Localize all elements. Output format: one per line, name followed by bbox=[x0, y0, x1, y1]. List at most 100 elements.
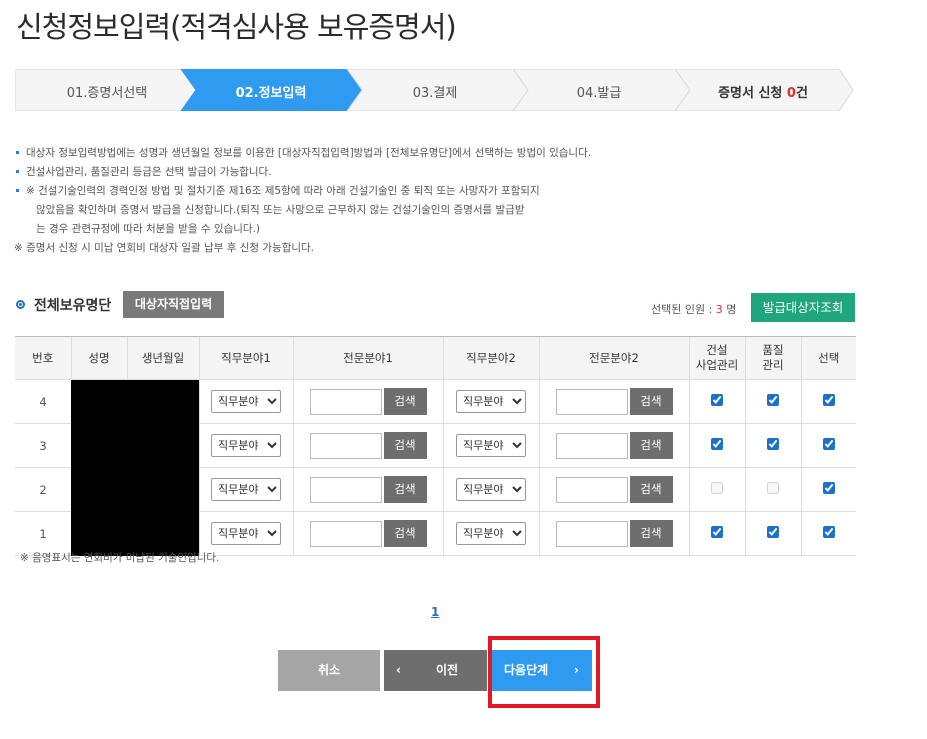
cm-checkbox[interactable] bbox=[711, 526, 723, 538]
cm-checkbox[interactable] bbox=[711, 438, 723, 450]
page-title: 신청정보입력(적격심사용 보유증명서) bbox=[16, 10, 457, 44]
job-field-2-cell: 직무분야 bbox=[442, 379, 539, 424]
specialty-1-search-button[interactable]: 검색 bbox=[383, 432, 427, 459]
selected-label: 선택된 인원 : bbox=[651, 303, 716, 316]
specialty-2-cell: 검색 bbox=[538, 423, 689, 468]
header-cm: 건설 사업관리 bbox=[688, 336, 745, 380]
header-job1: 직무분야1 bbox=[198, 336, 293, 380]
note-line: ※ 건설기술인력의 경력인정 방법 및 절차기준 제16조 제5항에 따라 아래… bbox=[14, 182, 591, 201]
step-progress: 01.증명서선택 02.정보입력 03.결제 04.발급 증명서 신청 0건 bbox=[15, 69, 854, 111]
qm-cell bbox=[744, 467, 801, 512]
qm-checkbox[interactable] bbox=[767, 526, 779, 538]
direct-input-button[interactable]: 대상자직접입력 bbox=[123, 291, 224, 318]
job-field-2-cell: 직무분야 bbox=[442, 511, 539, 556]
job-field-1-select[interactable]: 직무분야 bbox=[211, 522, 281, 545]
holder-table: 번호 성명 생년월일 직무분야1 전문분야1 직무분야2 전문분야2 건설 사업관리 품질 관리… bbox=[15, 336, 856, 556]
row-number: 4 bbox=[15, 379, 71, 424]
job-field-1-cell: 직무분야 bbox=[198, 423, 293, 468]
cert-count-number: 0 bbox=[786, 86, 796, 101]
cancel-button[interactable]: 취소 bbox=[278, 650, 380, 691]
cm-checkbox[interactable] bbox=[711, 482, 723, 494]
note-line: 않았음을 확인하며 증명서 발급을 신청합니다.(퇴직 또는 사망으로 근무하지… bbox=[36, 204, 525, 216]
select-cell bbox=[800, 467, 856, 512]
job-field-1-cell: 직무분야 bbox=[198, 511, 293, 556]
table-row: 4 직무분야 검색 직무분야 검색 bbox=[15, 379, 856, 556]
prev-button[interactable]: ‹ 이전 bbox=[384, 650, 487, 691]
job-field-1-cell: 직무분야 bbox=[198, 467, 293, 512]
step-4: 04.발급 bbox=[576, 86, 622, 101]
cm-cell bbox=[688, 379, 745, 424]
qm-checkbox[interactable] bbox=[767, 482, 779, 494]
job-field-1-select[interactable]: 직무분야 bbox=[211, 478, 281, 501]
bullet-icon bbox=[16, 188, 19, 192]
specialty-2-search-button[interactable]: 검색 bbox=[629, 432, 673, 459]
highlight-box bbox=[488, 636, 600, 708]
row-number: 3 bbox=[15, 423, 71, 468]
step-3: 03.결제 bbox=[412, 86, 458, 101]
specialty-1-search-button[interactable]: 검색 bbox=[383, 476, 427, 503]
row-number: 2 bbox=[15, 467, 71, 512]
header-spec2: 전문분야2 bbox=[538, 336, 689, 380]
step-2-active: 02.정보입력 bbox=[235, 86, 307, 101]
specialty-1-search-button[interactable]: 검색 bbox=[383, 520, 427, 547]
bullet-icon bbox=[16, 169, 19, 173]
specialty-2-cell: 검색 bbox=[538, 379, 689, 424]
specialty-1-input[interactable] bbox=[309, 432, 382, 459]
issue-target-search-button[interactable]: 발급대상자조회 bbox=[751, 293, 855, 322]
instruction-notes: 대상자 정보입력방법에는 성명과 생년월일 정보를 이용한 [대상자직접입력]방… bbox=[14, 144, 591, 258]
qm-checkbox[interactable] bbox=[767, 394, 779, 406]
selected-count-info: 선택된 인원 : 3 명 bbox=[651, 301, 736, 317]
specialty-2-search-button[interactable]: 검색 bbox=[629, 520, 673, 547]
note-text: 건설사업관리, 품질관리 등급은 선택 발급이 가능합니다. bbox=[26, 166, 272, 178]
select-checkbox[interactable] bbox=[822, 482, 835, 494]
qm-checkbox[interactable] bbox=[767, 438, 779, 450]
note-line: 대상자 정보입력방법에는 성명과 생년월일 정보를 이용한 [대상자직접입력]방… bbox=[14, 144, 591, 163]
specialty-2-input[interactable] bbox=[555, 476, 628, 503]
qm-cell bbox=[744, 379, 801, 424]
job-field-1-select[interactable]: 직무분야 bbox=[211, 434, 281, 457]
job-field-2-select[interactable]: 직무분야 bbox=[456, 434, 526, 457]
note-line: 건설사업관리, 품질관리 등급은 선택 발급이 가능합니다. bbox=[14, 163, 591, 182]
select-checkbox[interactable] bbox=[822, 438, 835, 450]
section-title: 전체보유명단 bbox=[34, 298, 112, 314]
job-field-2-select[interactable]: 직무분야 bbox=[456, 390, 526, 413]
job-field-2-select[interactable]: 직무분야 bbox=[456, 522, 526, 545]
specialty-2-input[interactable] bbox=[555, 520, 628, 547]
holder-list-header: 전체보유명단 대상자직접입력 선택된 인원 : 3 명 발급대상자조회 bbox=[14, 291, 856, 322]
header-spec1: 전문분야1 bbox=[292, 336, 443, 380]
job-field-1-select[interactable]: 직무분야 bbox=[211, 390, 281, 413]
specialty-2-input[interactable] bbox=[555, 388, 628, 415]
specialty-2-search-button[interactable]: 검색 bbox=[629, 476, 673, 503]
specialty-2-search-button[interactable]: 검색 bbox=[629, 388, 673, 415]
select-checkbox[interactable] bbox=[822, 526, 835, 538]
cert-count-prefix: 증명서 신청 bbox=[718, 86, 787, 101]
specialty-1-input[interactable] bbox=[309, 388, 382, 415]
specialty-1-search-button[interactable]: 검색 bbox=[383, 388, 427, 415]
cm-checkbox[interactable] bbox=[711, 394, 723, 406]
specialty-1-cell: 검색 bbox=[292, 511, 443, 556]
note-line: ※ 증명서 신청 시 미납 연회비 대상자 일괄 납부 후 신청 가능합니다. bbox=[14, 242, 315, 254]
qm-cell bbox=[744, 511, 801, 556]
note-text: ※ 건설기술인력의 경력인정 방법 및 절차기준 제16조 제5항에 따라 아래… bbox=[26, 185, 540, 197]
radio-selected-icon[interactable] bbox=[16, 300, 25, 309]
job-field-2-cell: 직무분야 bbox=[442, 423, 539, 468]
pagination-page-1[interactable]: 1 bbox=[431, 605, 439, 619]
header-job2: 직무분야2 bbox=[442, 336, 539, 380]
note-text: 대상자 정보입력방법에는 성명과 생년월일 정보를 이용한 [대상자직접입력]방… bbox=[26, 147, 592, 159]
cert-count: 증명서 신청 0건 bbox=[703, 82, 823, 101]
specialty-1-input[interactable] bbox=[309, 520, 382, 547]
specialty-1-input[interactable] bbox=[309, 476, 382, 503]
specialty-2-cell: 검색 bbox=[538, 511, 689, 556]
specialty-2-input[interactable] bbox=[555, 432, 628, 459]
select-checkbox[interactable] bbox=[822, 394, 835, 406]
selected-count: 3 bbox=[715, 303, 723, 316]
specialty-2-cell: 검색 bbox=[538, 467, 689, 512]
row-number: 1 bbox=[15, 511, 71, 556]
table-body: 4 직무분야 검색 직무분야 검색 3 직무분야 검색 직무분야 검색 2 직무분야 검색 직무분야 검색 1… bbox=[15, 379, 856, 556]
specialty-1-cell: 검색 bbox=[292, 467, 443, 512]
header-num: 번호 bbox=[15, 336, 71, 380]
cm-cell bbox=[688, 511, 745, 556]
job-field-1-cell: 직무분야 bbox=[198, 379, 293, 424]
job-field-2-select[interactable]: 직무분야 bbox=[456, 478, 526, 501]
chevron-left-icon: ‹ bbox=[396, 663, 401, 677]
